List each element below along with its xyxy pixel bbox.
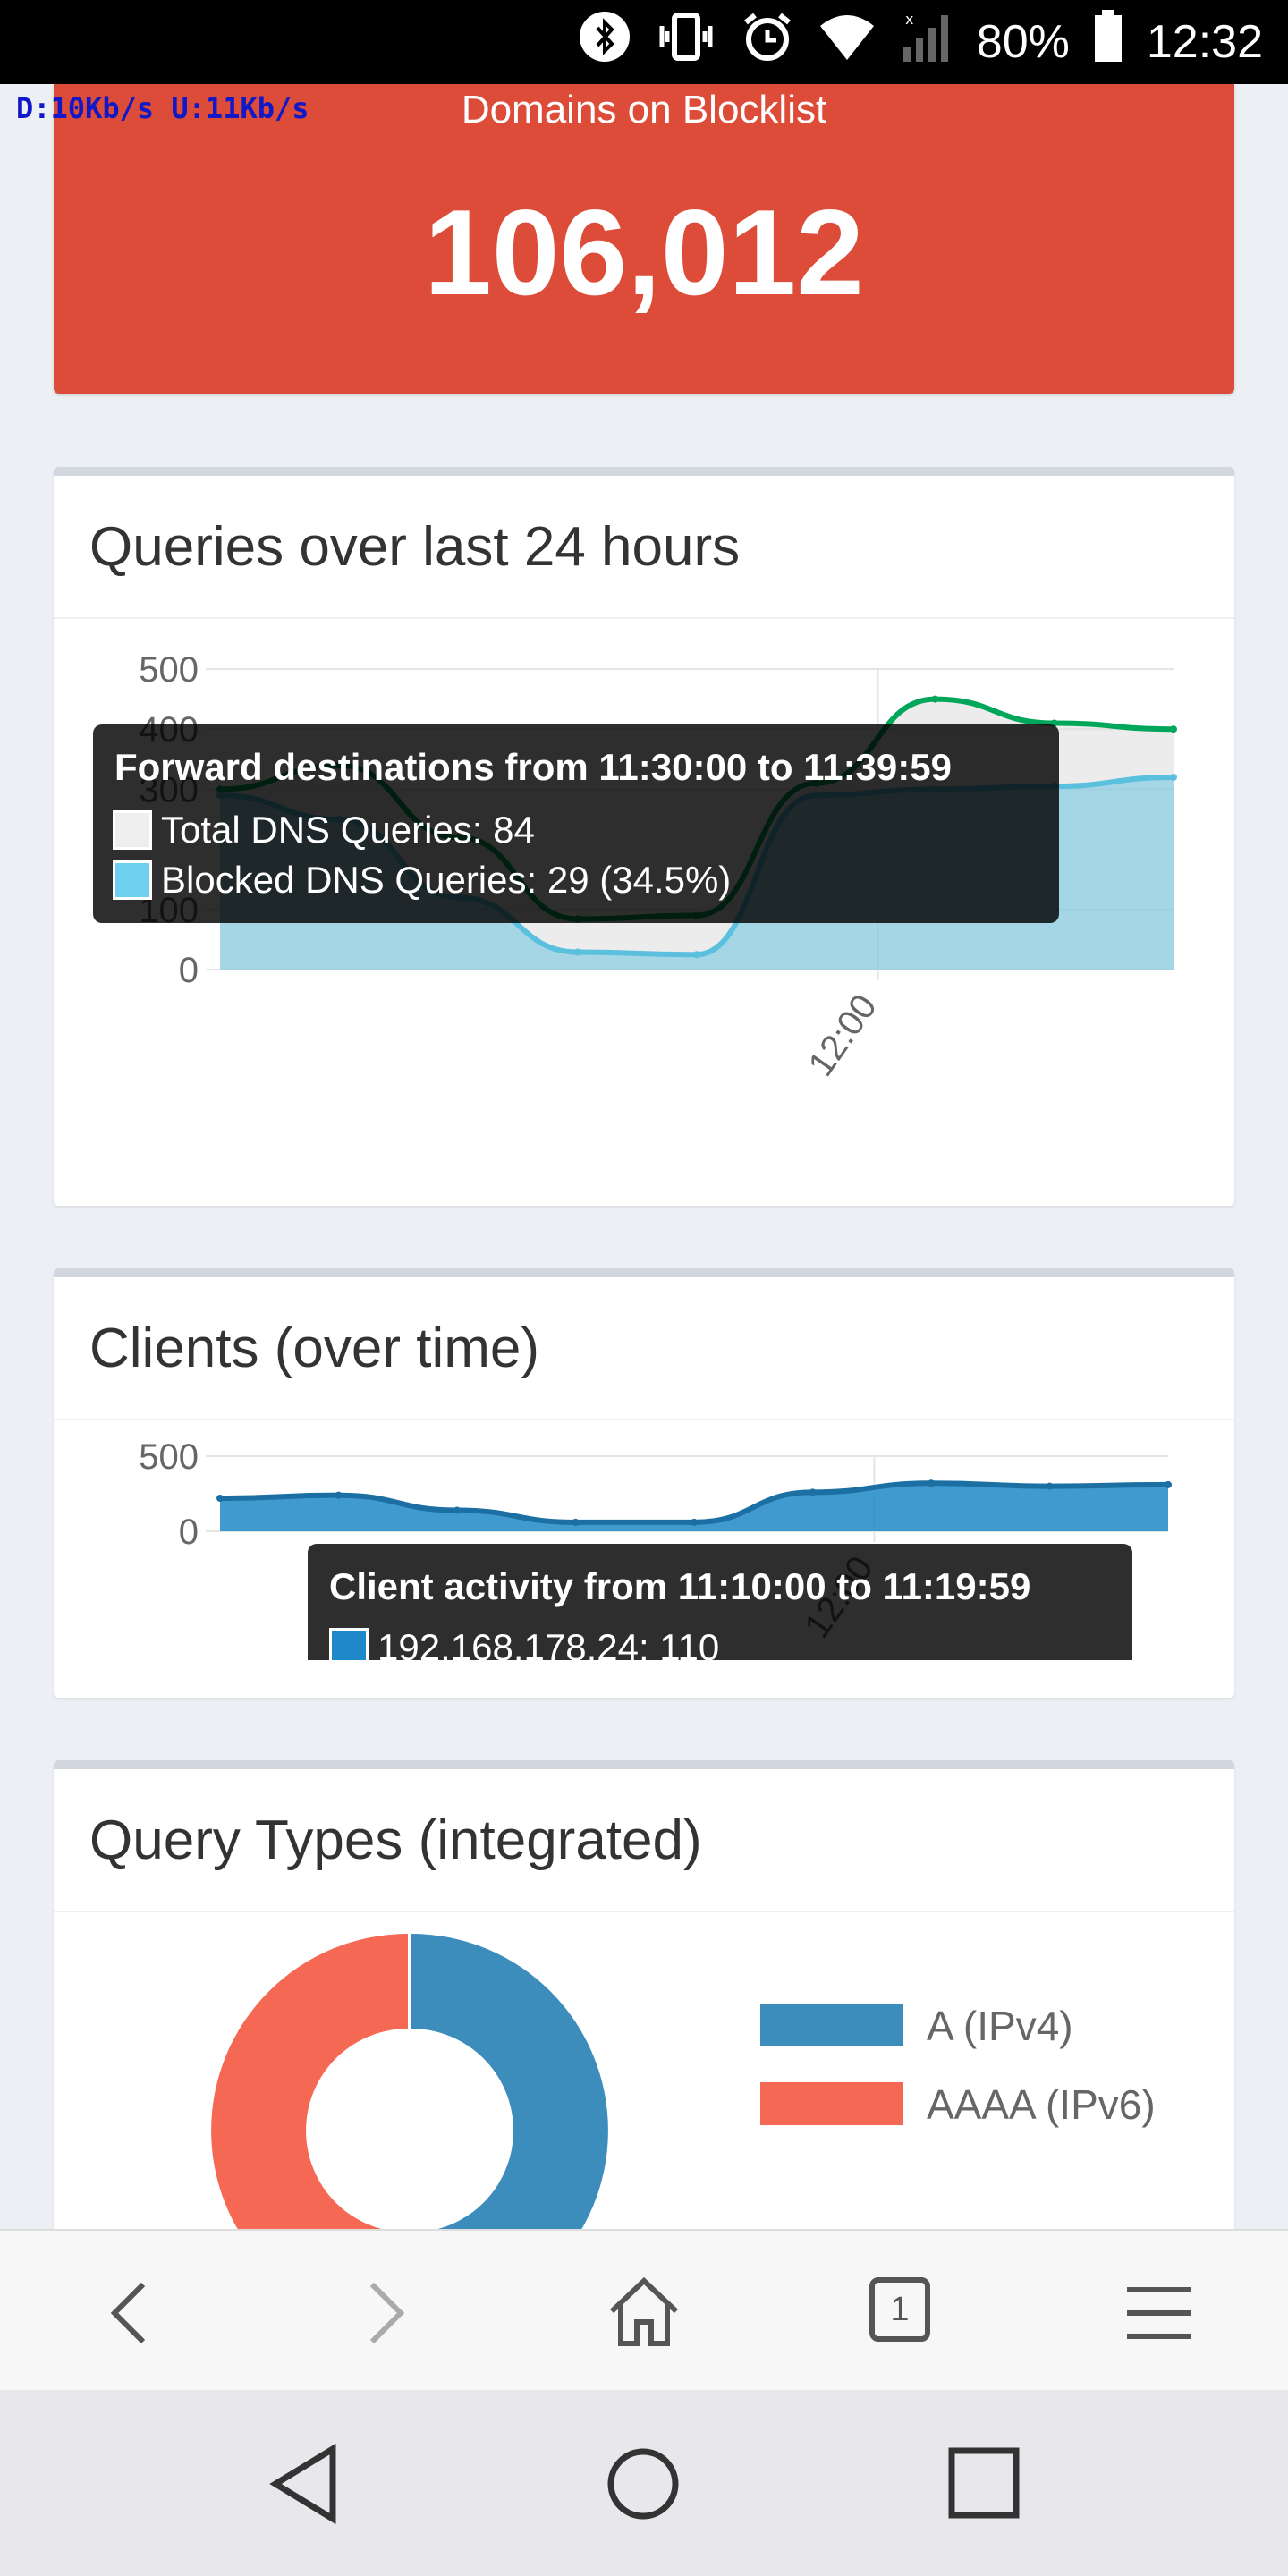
data-point <box>453 1506 461 1514</box>
y-tick-label: 0 <box>179 1513 199 1552</box>
alarm-icon <box>741 10 794 75</box>
status-bar: x 80% 12:32 <box>0 0 1288 84</box>
download-speed: D:10Kb/s <box>16 91 155 125</box>
clients-tooltip-title: Client activity from 11:10:00 to 11:19:5… <box>329 1565 1031 1607</box>
data-point <box>1170 773 1177 781</box>
donut-slice-aaaa <box>211 1934 408 2270</box>
vibrate-icon <box>655 10 717 75</box>
wifi-icon <box>818 10 877 75</box>
data-point <box>1165 1480 1172 1488</box>
tooltip-row-blocked: Blocked DNS Queries: 29 (34.5%) <box>113 859 731 902</box>
y-tick-label: 500 <box>139 1437 199 1477</box>
legend-label-aaaa: AAAA (IPv6) <box>927 2081 1156 2128</box>
queries-card-title: Queries over last 24 hours <box>54 476 1234 619</box>
clock-time: 12:32 <box>1146 16 1263 68</box>
system-nav-bar <box>0 2390 1288 2576</box>
tooltip-row-total: Total DNS Queries: 84 <box>113 809 535 852</box>
nav-home-icon[interactable] <box>605 2445 682 2522</box>
browser-toolbar: 1 <box>0 2229 1288 2392</box>
clients-card-title: Clients (over time) <box>54 1277 1234 1420</box>
clients-tooltip-row: 192.168.178.24: 110 <box>329 1626 719 1660</box>
data-point <box>928 1479 935 1487</box>
data-point <box>573 948 581 956</box>
data-point <box>216 1495 224 1503</box>
queries-tooltip: Forward destinations from 11:30:00 to 11… <box>93 724 1059 923</box>
total-swatch <box>113 810 152 850</box>
data-point <box>572 1518 580 1526</box>
forward-icon[interactable] <box>354 2277 417 2349</box>
y-tick-label: 500 <box>139 650 199 690</box>
upload-speed: U:11Kb/s <box>171 91 309 125</box>
clients-tooltip: Client activity from 11:10:00 to 11:19:5… <box>308 1544 1132 1660</box>
home-icon[interactable] <box>605 2272 683 2351</box>
legend-swatch-a <box>760 2004 903 2046</box>
data-point <box>693 951 700 959</box>
x-tick-label: 12:00 <box>801 987 884 1083</box>
nav-recents-icon[interactable] <box>946 2445 1021 2521</box>
queries-tooltip-title: Forward destinations from 11:30:00 to 11… <box>114 746 952 788</box>
nav-back-icon[interactable] <box>268 2444 340 2524</box>
svg-text:x: x <box>905 11 913 28</box>
y-tick-label: 0 <box>179 951 199 990</box>
battery-icon <box>1093 9 1123 75</box>
query-types-card-title: Query Types (integrated) <box>54 1769 1234 1912</box>
net-speed-overlay: D:10Kb/s U:11Kb/s <box>16 91 309 125</box>
signal-icon: x <box>900 10 953 75</box>
client-swatch <box>329 1628 369 1660</box>
data-point <box>809 1488 817 1496</box>
legend-swatch-aaaa <box>760 2082 903 2125</box>
legend-label-a: A (IPv4) <box>927 2003 1073 2049</box>
data-point <box>335 1491 343 1499</box>
query-types-card: Query Types (integrated) A (IPv4) AAAA (… <box>54 1760 1234 2270</box>
back-icon[interactable] <box>98 2277 161 2349</box>
data-point <box>931 695 939 703</box>
donut-slice-a <box>411 1934 608 2270</box>
clients-card: Clients (over time) 050012:00 Client act… <box>54 1268 1234 1698</box>
queries-card: Queries over last 24 hours 0100300400500… <box>54 467 1234 1206</box>
blocklist-stat-box: Domains on Blocklist 106,012 <box>54 84 1234 394</box>
menu-icon[interactable] <box>1123 2277 1195 2349</box>
tabs-button[interactable]: 1 <box>869 2277 930 2342</box>
battery-percent: 80% <box>976 16 1070 68</box>
bluetooth-icon <box>578 10 631 75</box>
blocklist-value: 106,012 <box>424 184 864 320</box>
data-point <box>1170 725 1177 733</box>
blocked-swatch <box>113 860 152 900</box>
data-point <box>691 1518 698 1526</box>
data-point <box>1046 1482 1054 1490</box>
